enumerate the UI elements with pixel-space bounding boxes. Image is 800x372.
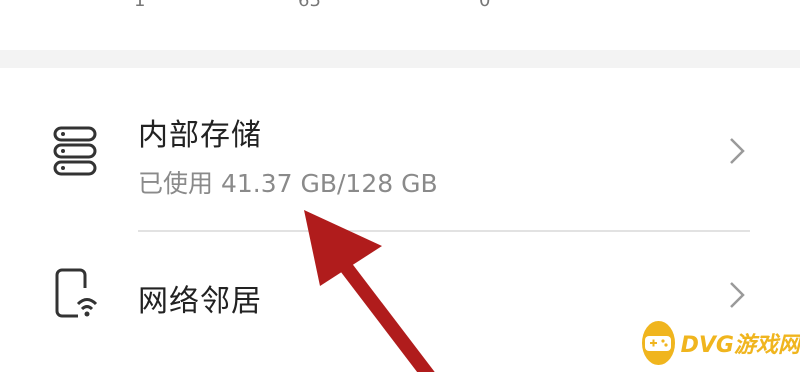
stats-strip: 1 65 0	[0, 0, 800, 50]
stat-value: 65	[298, 0, 321, 11]
item-title: 内部存储	[138, 118, 262, 153]
item-title: 网络邻居	[138, 284, 262, 319]
stat-value: 1	[134, 0, 146, 11]
storage-usage-text: 已使用 41.37 GB/128 GB	[138, 169, 438, 198]
phone-wifi-icon	[54, 268, 100, 324]
section-gap	[0, 50, 800, 68]
storage-icon	[52, 126, 98, 180]
gamepad-icon	[642, 321, 675, 365]
stat-value: 0	[479, 0, 491, 11]
chevron-right-icon	[726, 136, 748, 170]
chevron-right-icon	[726, 280, 748, 314]
watermark: DVG游戏网	[642, 318, 800, 368]
internal-storage-item[interactable]: 内部存储 已使用 41.37 GB/128 GB	[0, 68, 800, 230]
watermark-brand: DVG游戏网	[680, 333, 800, 358]
